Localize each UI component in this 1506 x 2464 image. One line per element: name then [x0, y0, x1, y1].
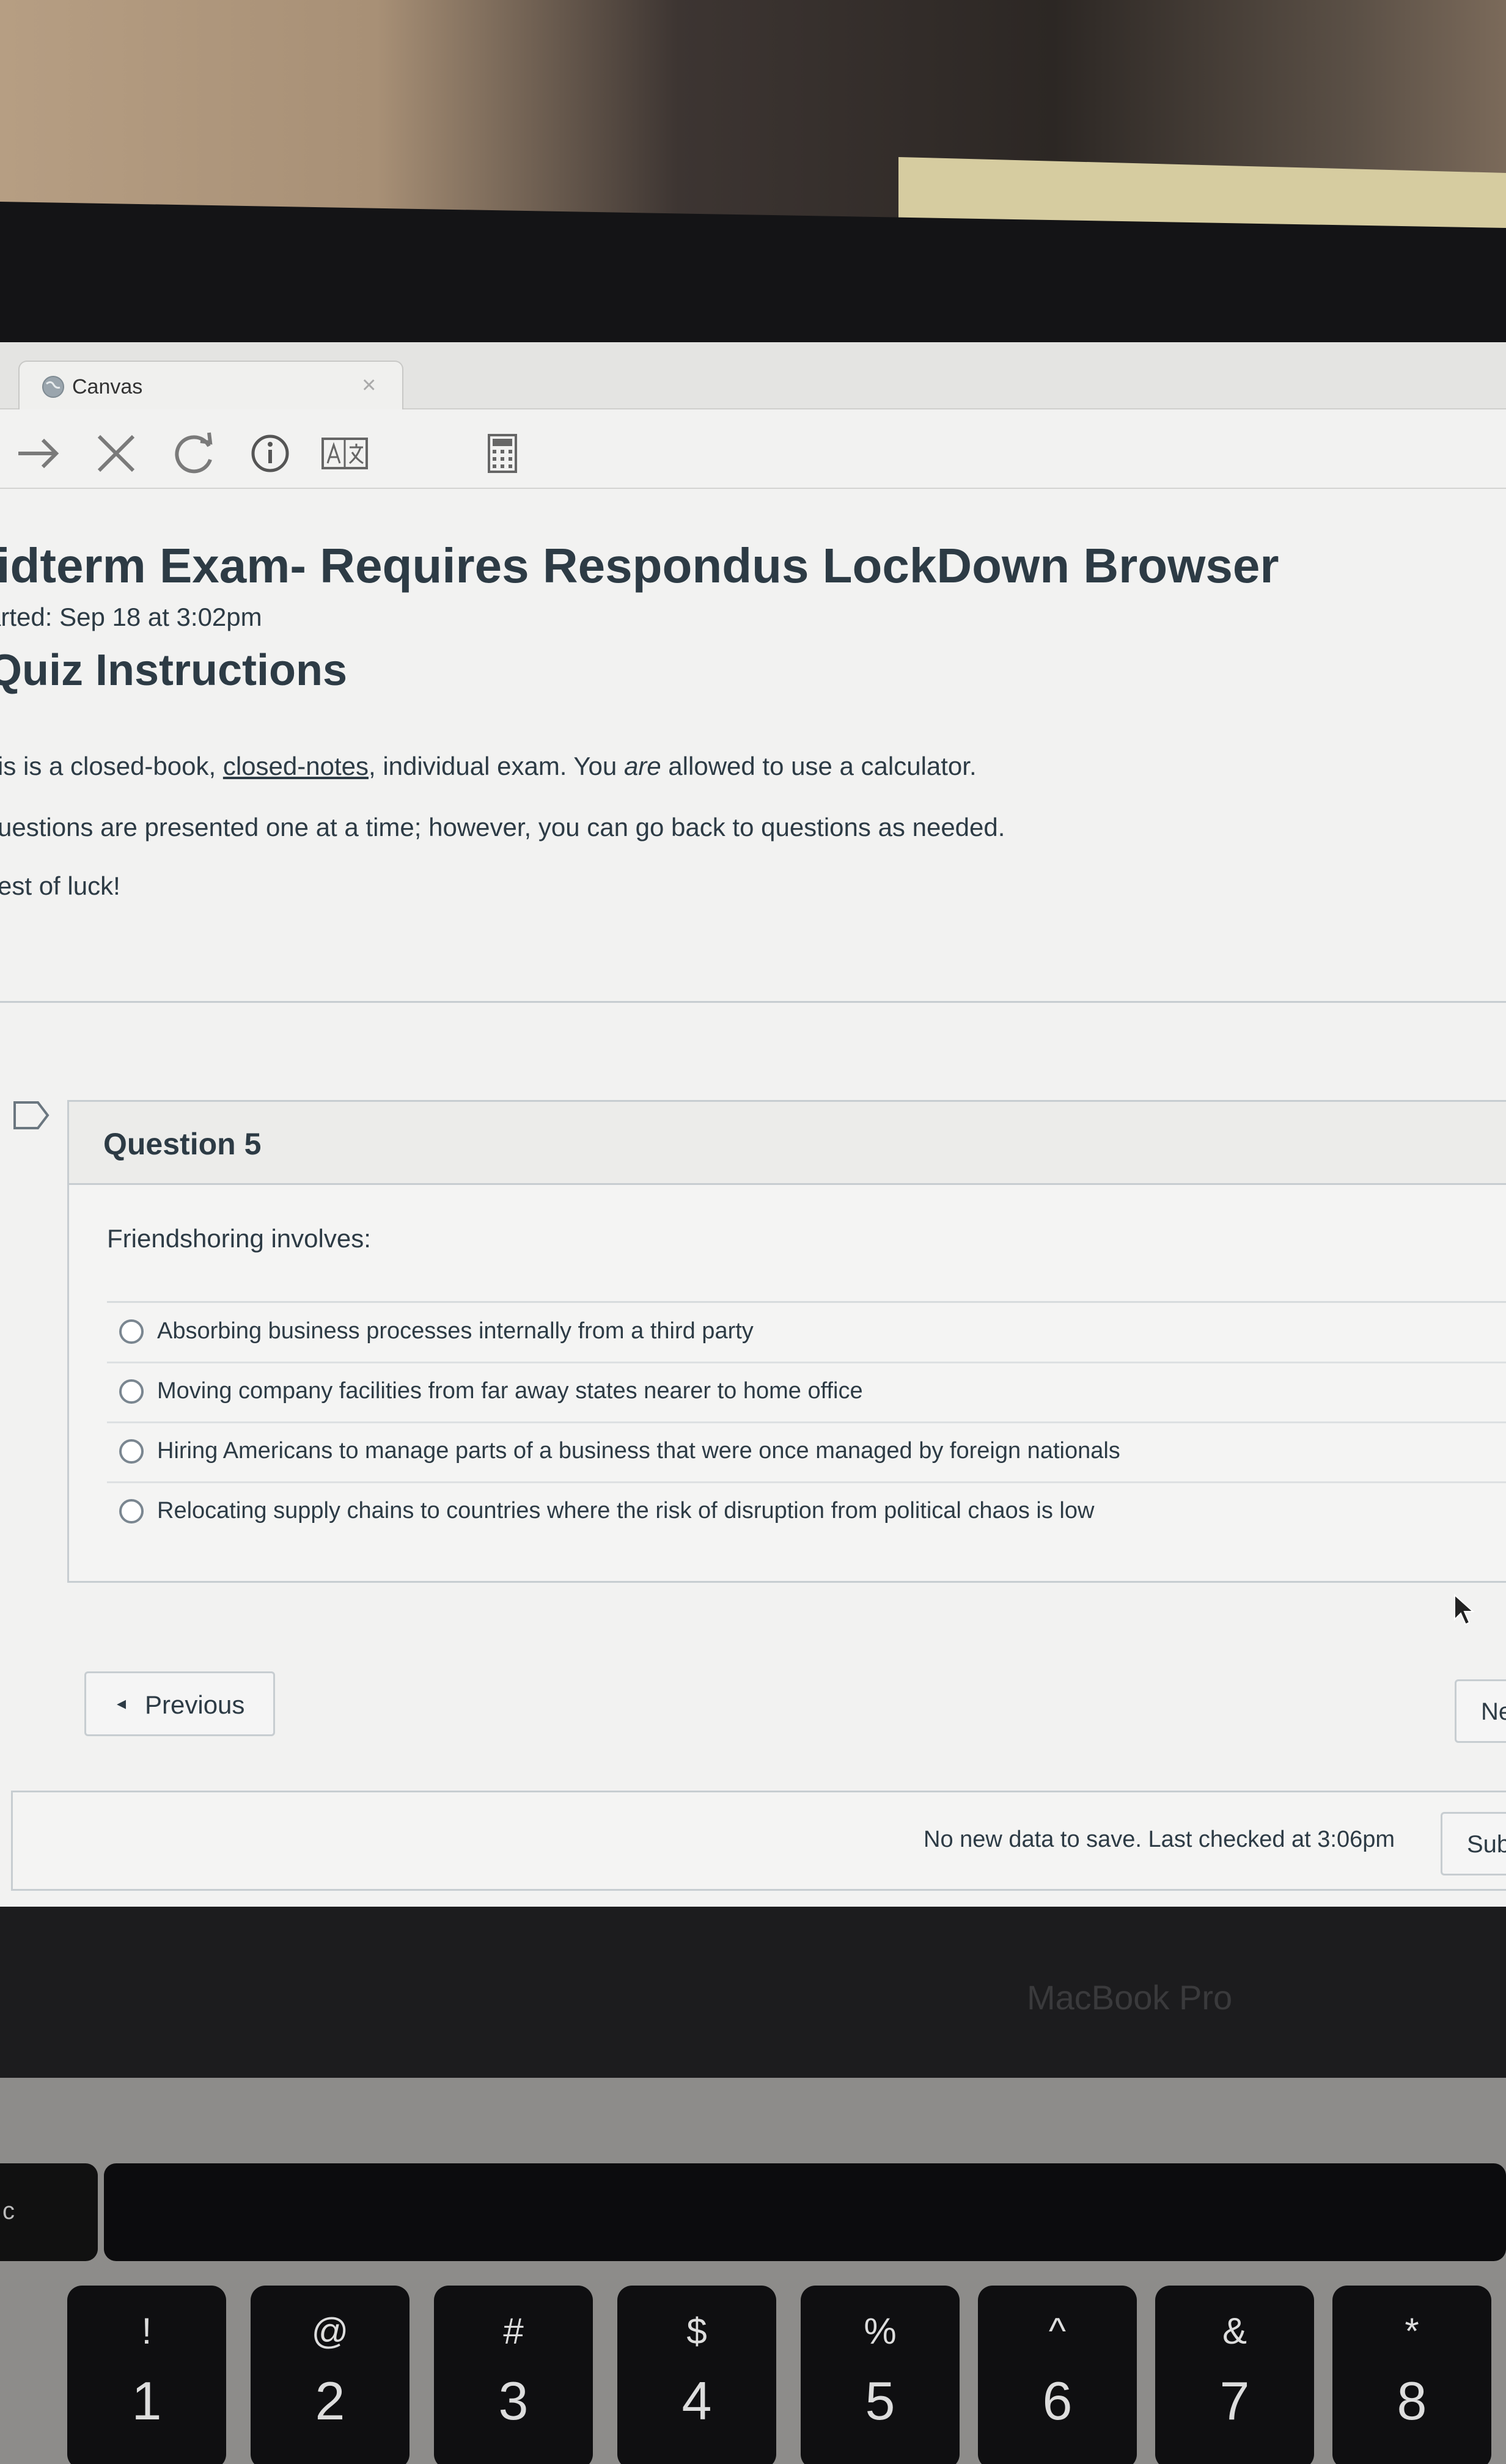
info-icon[interactable]	[244, 428, 296, 479]
question-title: Question 5	[103, 1127, 262, 1161]
esc-key[interactable]: c	[0, 2163, 98, 2261]
answer-label[interactable]: Relocating supply chains to countries wh…	[157, 1498, 1094, 1524]
touch-bar[interactable]	[104, 2163, 1506, 2261]
forward-icon[interactable]	[12, 428, 64, 479]
tab-close-icon[interactable]: ×	[362, 372, 376, 399]
instructions-line-1: is is a closed-book, closed-notes, indiv…	[0, 752, 977, 781]
answer-label[interactable]: Moving company facilities from far away …	[157, 1378, 863, 1404]
instructions-line-3: est of luck!	[0, 871, 120, 900]
key-number: 4	[681, 2370, 712, 2431]
previous-button[interactable]: ◂ Previous	[84, 1671, 275, 1736]
reload-icon[interactable]	[169, 428, 220, 479]
started-timestamp: arted: Sep 18 at 3:02pm	[0, 603, 262, 631]
laptop-bottom-bezel	[0, 1907, 1506, 2090]
question-card: Question 5 Friendshoring involves: Absor…	[67, 1100, 1506, 1583]
key-5[interactable]: % 5	[801, 2286, 960, 2464]
radio-button[interactable]	[119, 1499, 144, 1524]
key-symbol: @	[311, 2311, 349, 2352]
answer-option[interactable]: Absorbing business processes internally …	[107, 1304, 1506, 1363]
next-label: Ne	[1481, 1698, 1506, 1725]
answer-option[interactable]: Relocating supply chains to countries wh…	[107, 1483, 1506, 1543]
translate-icon[interactable]	[319, 428, 370, 479]
page-title: lidterm Exam- Requires Respondus LockDow…	[0, 538, 1279, 593]
key-number: 1	[131, 2370, 162, 2431]
divider	[0, 1001, 1506, 1003]
answer-option[interactable]: Moving company facilities from far away …	[107, 1363, 1506, 1423]
key-symbol: ^	[1048, 2311, 1067, 2352]
key-symbol: #	[503, 2311, 524, 2352]
key-symbol: $	[686, 2311, 707, 2352]
flag-question-icon[interactable]	[12, 1100, 51, 1131]
key-number: 7	[1219, 2370, 1250, 2431]
next-button[interactable]: Ne	[1455, 1679, 1506, 1743]
radio-button[interactable]	[119, 1379, 144, 1404]
esc-key-label: c	[2, 2198, 15, 2224]
key-symbol: *	[1405, 2311, 1419, 2352]
key-symbol: &	[1222, 2311, 1247, 2352]
browser-toolbar	[0, 409, 1506, 489]
answer-label[interactable]: Hiring Americans to manage parts of a bu…	[157, 1438, 1120, 1464]
key-2[interactable]: @ 2	[251, 2286, 410, 2464]
key-number: 5	[865, 2370, 895, 2431]
key-symbol: !	[141, 2311, 152, 2352]
answer-option[interactable]: Hiring Americans to manage parts of a bu…	[107, 1423, 1506, 1483]
instructions-text: , individual exam. You	[368, 752, 624, 780]
key-number: 6	[1042, 2370, 1073, 2431]
key-number: 2	[315, 2370, 345, 2431]
key-4[interactable]: $ 4	[617, 2286, 776, 2464]
question-text: Friendshoring involves:	[107, 1224, 371, 1253]
question-divider	[107, 1301, 1506, 1303]
instructions-emphasis: closed-notes	[222, 752, 369, 780]
radio-button[interactable]	[119, 1319, 144, 1344]
tab-title: Canvas	[72, 375, 143, 398]
browser-tab[interactable]: Canvas ×	[18, 361, 403, 409]
key-symbol: %	[864, 2311, 897, 2352]
submit-label: Sub	[1467, 1831, 1506, 1858]
browser-tab-bar: Canvas ×	[0, 342, 1506, 409]
key-number: 8	[1397, 2370, 1427, 2431]
question-header: Question 5	[69, 1102, 1506, 1185]
submit-quiz-button[interactable]: Sub	[1441, 1812, 1506, 1876]
brand-label: MacBook Pro	[1027, 1978, 1233, 2017]
instructions-heading: Quiz Instructions	[0, 646, 348, 695]
key-8[interactable]: * 8	[1332, 2286, 1491, 2464]
instructions-text: allowed to use a calculator.	[661, 752, 977, 780]
radio-button[interactable]	[119, 1439, 144, 1464]
key-7[interactable]: & 7	[1155, 2286, 1314, 2464]
answer-label[interactable]: Absorbing business processes internally …	[157, 1318, 754, 1344]
key-6[interactable]: ^ 6	[978, 2286, 1137, 2464]
instructions-emphasis: are	[623, 752, 661, 780]
save-status-text: No new data to save. Last checked at 3:0…	[924, 1827, 1395, 1852]
instructions-line-2: uestions are presented one at a time; ho…	[0, 813, 1005, 842]
caret-left-icon: ◂	[117, 1693, 127, 1714]
previous-label: Previous	[145, 1690, 245, 1719]
key-number: 3	[498, 2370, 529, 2431]
quiz-footer: No new data to save. Last checked at 3:0…	[11, 1791, 1506, 1891]
instructions-text: is is a closed-book,	[0, 752, 223, 780]
globe-icon	[42, 376, 64, 398]
key-3[interactable]: # 3	[434, 2286, 593, 2464]
mouse-cursor-icon	[1454, 1593, 1475, 1626]
calculator-icon[interactable]	[477, 428, 528, 479]
stop-icon[interactable]	[90, 428, 142, 479]
key-1[interactable]: ! 1	[67, 2286, 226, 2464]
laptop-screen: Canvas × lidterm Exam- Requires Respondu…	[0, 342, 1506, 1919]
